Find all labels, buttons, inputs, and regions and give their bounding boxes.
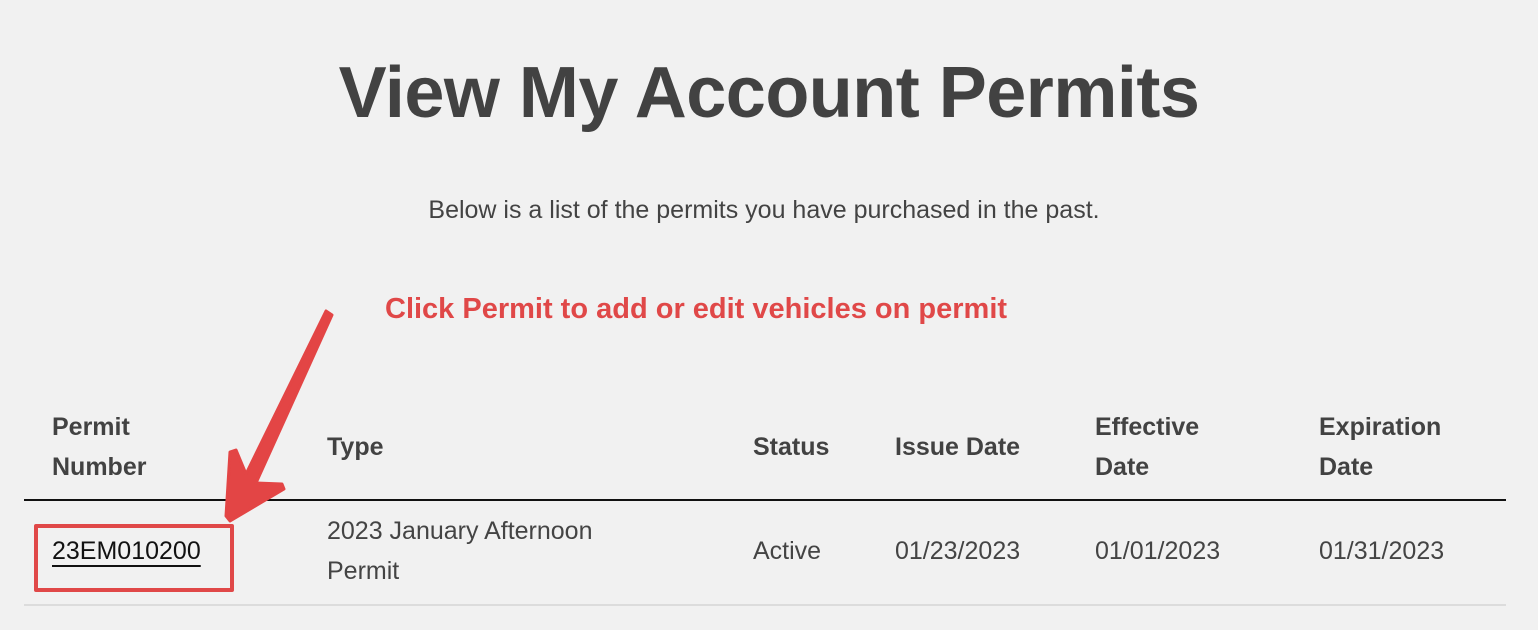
pointer-arrow-icon: [224, 309, 334, 523]
arrow-shape: [224, 309, 334, 523]
